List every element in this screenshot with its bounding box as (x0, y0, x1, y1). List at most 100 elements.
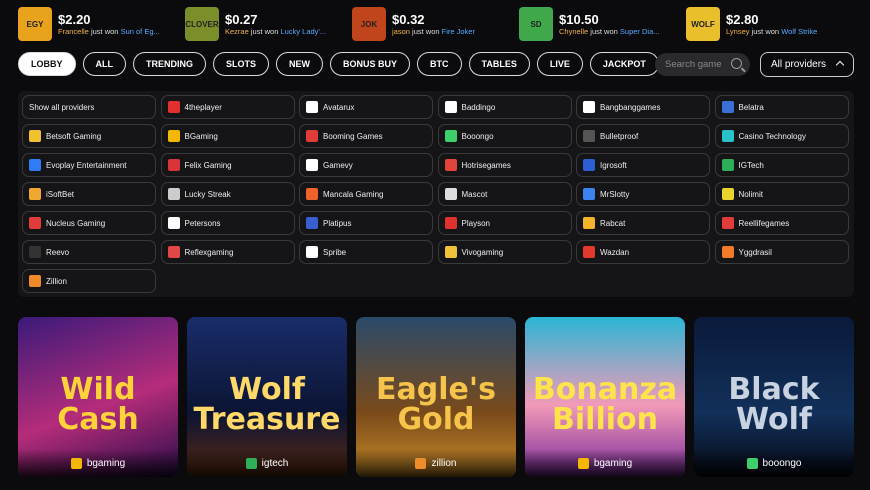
provider-label: Felix Gaming (184, 160, 232, 170)
provider-item[interactable]: Reflexgaming (160, 240, 295, 264)
chevron-up-icon (835, 60, 845, 70)
tab-all[interactable]: ALL (82, 52, 126, 76)
win-amount: $0.32 (392, 12, 425, 27)
provider-item[interactable]: Betsoft Gaming (22, 124, 156, 148)
tab-slots[interactable]: SLOTS (213, 52, 270, 76)
provider-item[interactable]: Gamevy (299, 153, 433, 177)
provider-label: Booming Games (323, 131, 383, 141)
provider-item[interactable]: BGaming (160, 124, 295, 148)
win-game-link[interactable]: Super Dia... (620, 27, 660, 36)
provider-item[interactable]: Yggdrasil (714, 240, 849, 264)
provider-logo-icon (167, 188, 180, 200)
provider-item[interactable]: Evoplay Entertainment (22, 153, 156, 177)
win-text: $2.80 Lynsey just won Wolf Strike (726, 12, 844, 36)
provider-logo-icon (306, 159, 318, 171)
provider-label: Avatarux (323, 102, 355, 112)
game-thumbnail[interactable]: SD (519, 7, 553, 41)
provider-item[interactable]: Mascot (437, 182, 572, 206)
win-line: jason just won Fire Joker (392, 27, 510, 36)
game-card[interactable]: Bonanza Billion bgaming (525, 317, 685, 477)
game-thumbnail[interactable]: JOK (352, 7, 386, 41)
tab-new[interactable]: NEW (276, 52, 324, 76)
provider-item[interactable]: Reevo (22, 240, 156, 264)
win-item[interactable]: SD $10.50 Chynelle just won Super Dia... (501, 0, 668, 48)
provider-item[interactable]: Lucky Streak (160, 182, 295, 206)
providers-panel: Show all providers 4theplayer Avatarux Badd… (18, 91, 854, 297)
search-icon[interactable] (731, 58, 742, 69)
tab-btc[interactable]: BTC (417, 52, 462, 76)
provider-logo-icon (583, 130, 595, 142)
provider-item[interactable]: Petersons (160, 211, 295, 235)
provider-logo-icon (306, 246, 318, 258)
provider-item[interactable]: Reellifegames (714, 211, 849, 235)
win-game-link[interactable]: Wolf Strike (781, 27, 817, 36)
game-card[interactable]: Eagle's Gold zillion (356, 317, 516, 477)
tab-bonus-buy[interactable]: BONUS BUY (330, 52, 411, 76)
provider-label: Bulletproof (600, 131, 639, 141)
provider-item[interactable]: Vivogaming (437, 240, 572, 264)
provider-item[interactable]: Wazdan (576, 240, 710, 264)
provider-label: Show all providers (29, 102, 95, 112)
show-all-providers-button[interactable]: Show all providers (22, 95, 156, 119)
tab-lobby[interactable]: LOBBY (18, 52, 76, 76)
provider-logo-icon (29, 217, 41, 229)
provider-label: Petersons (184, 218, 221, 228)
provider-item[interactable]: IGTech (714, 153, 849, 177)
tab-jackpot[interactable]: JACKPOT (589, 52, 659, 76)
provider-item[interactable]: Nolimit (714, 182, 849, 206)
provider-logo-icon (583, 246, 595, 258)
provider-logo-icon (583, 188, 595, 200)
win-item[interactable]: JOK $0.32 jason just won Fire Joker (334, 0, 501, 48)
provider-item[interactable]: Casino Technology (714, 124, 849, 148)
provider-logo-icon (721, 130, 734, 142)
provider-logo-icon (721, 246, 734, 258)
win-verb: just won (751, 27, 780, 36)
provider-label: Zillion (46, 276, 67, 286)
provider-item[interactable]: Igrosoft (576, 153, 710, 177)
provider-label: MrSlotty (600, 189, 630, 199)
game-title: Black Wolf (728, 372, 820, 437)
game-card[interactable]: Black Wolf booongo (694, 317, 854, 477)
provider-item[interactable]: Avatarux (299, 95, 433, 119)
search-input[interactable]: Search game (655, 53, 750, 76)
win-game-link[interactable]: Sun of Eg... (121, 27, 160, 36)
provider-item[interactable]: iSoftBet (22, 182, 156, 206)
win-verb: just won (250, 27, 279, 36)
win-game-link[interactable]: Fire Joker (442, 27, 475, 36)
provider-item[interactable]: Bangbanggames (576, 95, 710, 119)
game-thumbnail[interactable]: EGY (18, 7, 52, 41)
provider-item[interactable]: Mancala Gaming (299, 182, 433, 206)
provider-item[interactable]: Felix Gaming (160, 153, 295, 177)
provider-item[interactable]: Hotrisegames (437, 153, 572, 177)
tab-tables[interactable]: TABLES (468, 52, 530, 76)
tab-live[interactable]: LIVE (536, 52, 583, 76)
win-item[interactable]: WOLF $2.80 Lynsey just won Wolf Strike (668, 0, 835, 48)
game-card[interactable]: Wild Cash bgaming (18, 317, 178, 477)
win-amount: $2.80 (726, 12, 759, 27)
provider-item[interactable]: Booming Games (299, 124, 433, 148)
win-game-link[interactable]: Lucky Lady'... (280, 27, 326, 36)
provider-item[interactable]: Bulletproof (576, 124, 710, 148)
game-provider: bgaming (18, 449, 178, 477)
provider-item[interactable]: Nucleus Gaming (22, 211, 156, 235)
provider-item[interactable]: Zillion (22, 269, 156, 293)
provider-logo-icon (306, 217, 318, 229)
tab-trending[interactable]: TRENDING (133, 52, 206, 76)
provider-item[interactable]: Platipus (299, 211, 433, 235)
win-item[interactable]: CLOVER $0.27 Kezrae just won Lucky Lady'..… (167, 0, 334, 48)
provider-item[interactable]: Booongo (437, 124, 572, 148)
provider-item[interactable]: Belatra (714, 95, 849, 119)
game-card[interactable]: Wolf Treasure igtech (187, 317, 347, 477)
provider-item[interactable]: Baddingo (437, 95, 572, 119)
win-item[interactable]: EGY $2.20 Francelle just won Sun of Eg... (0, 0, 167, 48)
provider-item[interactable]: Rabcat (576, 211, 710, 235)
providers-dropdown[interactable]: All providers (760, 52, 854, 77)
provider-item[interactable]: Spribe (299, 240, 433, 264)
win-verb: just won (590, 27, 618, 36)
provider-item[interactable]: 4theplayer (160, 95, 295, 119)
game-thumbnail[interactable]: CLOVER (185, 7, 219, 41)
provider-item[interactable]: Playson (437, 211, 572, 235)
game-thumbnail[interactable]: WOLF (686, 7, 720, 41)
provider-item[interactable]: MrSlotty (576, 182, 710, 206)
provider-logo-icon (306, 188, 318, 200)
